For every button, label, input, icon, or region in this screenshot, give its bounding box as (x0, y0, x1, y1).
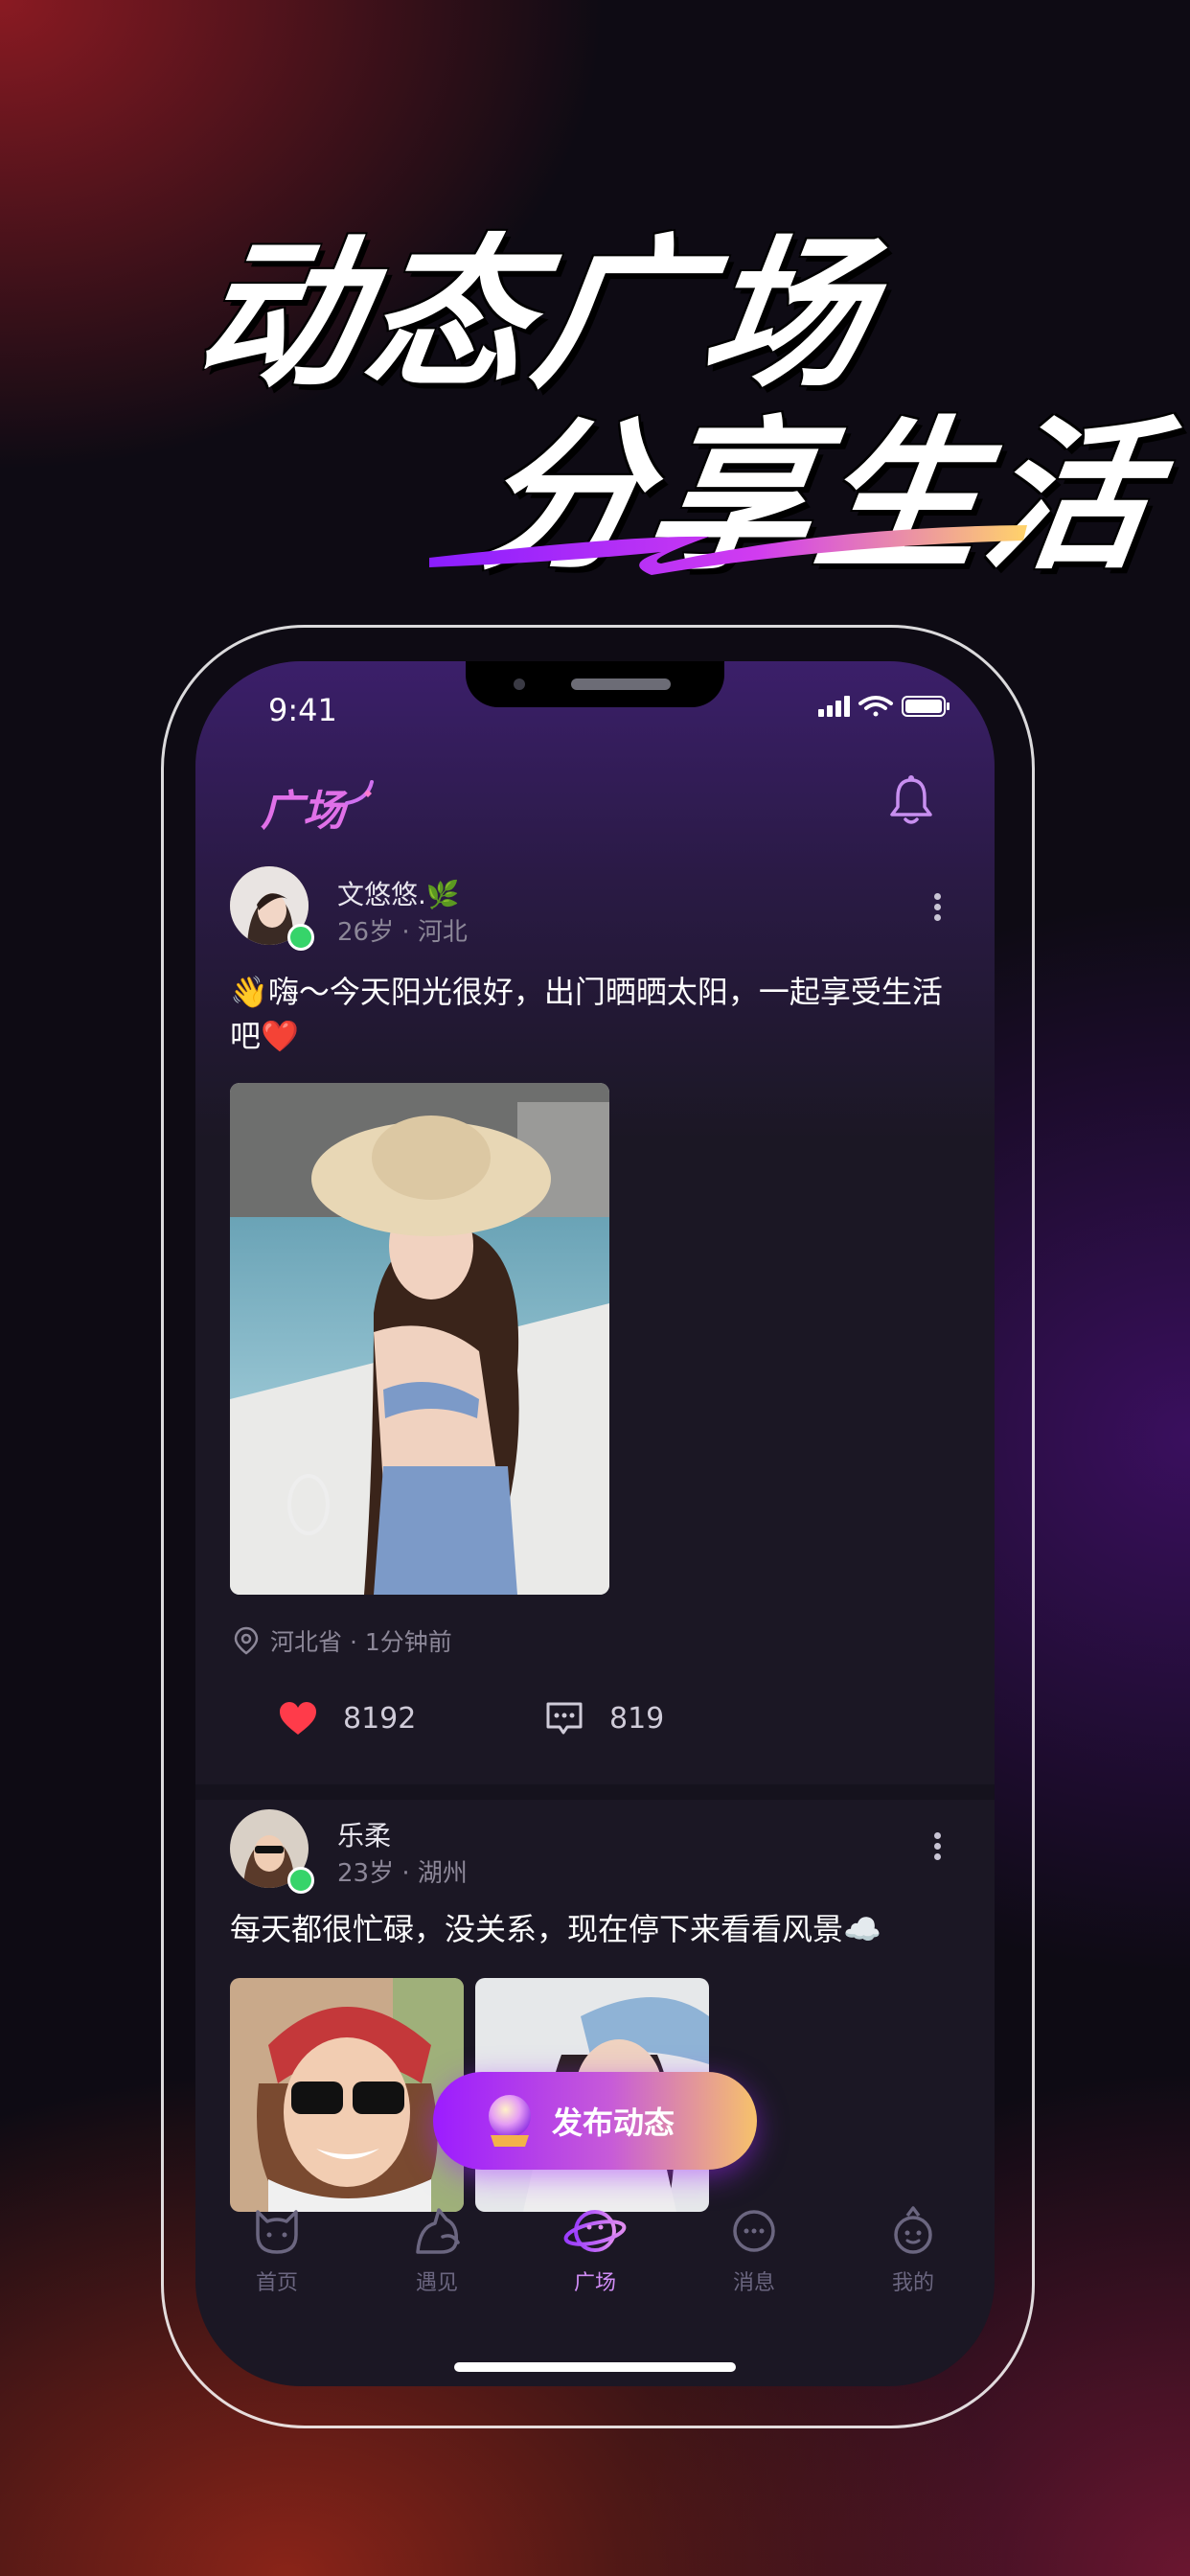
battery-icon (902, 696, 950, 717)
tab-home[interactable]: 首页 (219, 2204, 334, 2296)
swoosh-decoration (429, 525, 1027, 575)
user-meta: 23岁 · 湖州 (337, 1859, 468, 1888)
camera-dot (514, 678, 525, 690)
post-photo[interactable] (230, 1978, 464, 2212)
tab-meet-label: 遇见 (415, 2271, 458, 2295)
home-indicator[interactable] (454, 2362, 736, 2372)
comment-button[interactable]: 819 (544, 1700, 664, 1736)
bottom-tab-bar: 首页 遇见 广场 消息 我的 (195, 2204, 995, 2319)
profile-face-icon (894, 2206, 932, 2254)
heart-icon (280, 1702, 316, 1735)
more-options-button[interactable] (926, 1828, 949, 1867)
username[interactable]: 文悠悠.🌿 (337, 874, 460, 912)
page-title: 广场 (261, 787, 345, 836)
comment-icon (546, 1702, 583, 1735)
tab-square-label: 广场 (573, 2271, 616, 2295)
publish-post-button[interactable]: 发布动态 (433, 2072, 757, 2170)
tab-meet[interactable]: 遇见 (379, 2204, 494, 2296)
more-options-button[interactable] (926, 889, 949, 928)
status-time: 9:41 (268, 692, 337, 728)
tab-home-label: 首页 (255, 2271, 298, 2295)
chat-bubble-icon (733, 2210, 775, 2252)
promo-header: 动态广场 分享生活 (0, 0, 1190, 594)
tab-square[interactable]: 广场 (538, 2204, 652, 2296)
cat-face-icon (256, 2210, 298, 2254)
speaker-grille (571, 678, 671, 690)
comment-count: 819 (609, 1701, 665, 1736)
online-status-dot (287, 924, 314, 951)
sunglasses-photo (230, 1978, 464, 2212)
post-divider (195, 1784, 995, 1800)
user-meta: 26岁 · 河北 (337, 918, 468, 947)
header-glow (195, 661, 995, 1140)
device-notch (466, 661, 724, 707)
app-screen: 9:41 广场 文悠悠.🌿 26岁 · 河北 👋嗨～今天阳光很好，出门晒晒太阳，… (195, 661, 995, 2386)
crystal-ball-icon (489, 2095, 531, 2147)
tab-messages[interactable]: 消息 (697, 2204, 812, 2296)
tab-messages-label: 消息 (732, 2271, 775, 2295)
cat-tail-icon (416, 2208, 460, 2254)
username[interactable]: 乐柔 (337, 1815, 391, 1853)
post-text: 每天都很忙碌，没关系，现在停下来看看风景☁️ (230, 1911, 881, 1947)
publish-post-label: 发布动态 (552, 2104, 675, 2141)
planet-icon (563, 2210, 627, 2252)
post-text: 👋嗨～今天阳光很好，出门晒晒太阳，一起享受生活吧❤️ (230, 974, 943, 1054)
bell-icon[interactable] (887, 774, 935, 828)
like-button[interactable]: 8192 (278, 1700, 416, 1736)
like-count: 8192 (343, 1701, 417, 1736)
location-pin-icon (234, 1626, 259, 1655)
location-row: 河北省 · 1分钟前 (234, 1623, 452, 1658)
poolside-photo (230, 1083, 609, 1595)
online-status-dot (287, 1867, 314, 1894)
tab-profile-label: 我的 (891, 2271, 934, 2295)
sparkle-icon (345, 780, 374, 805)
post-photo[interactable] (230, 1083, 609, 1595)
location-text: 河北省 · 1分钟前 (270, 1628, 452, 1656)
tab-profile[interactable]: 我的 (856, 2204, 971, 2296)
signal-icon (818, 696, 850, 717)
wifi-icon (858, 696, 893, 717)
status-icons (818, 696, 950, 717)
